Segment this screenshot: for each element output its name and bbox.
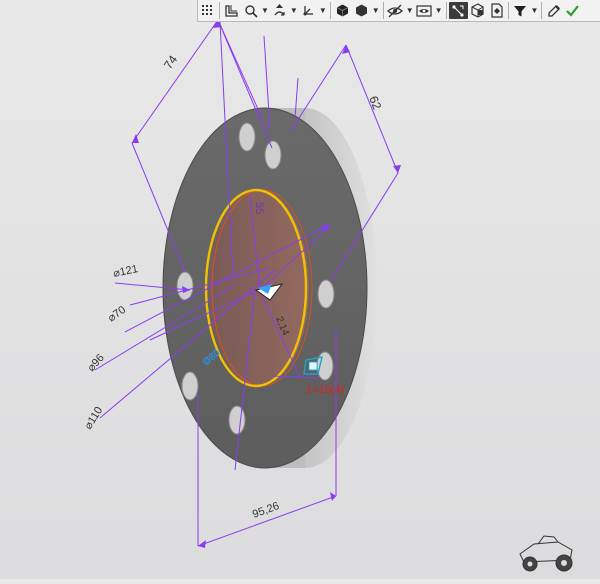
orientation-icon bbox=[300, 2, 317, 19]
chevron-down-icon: ▼ bbox=[371, 6, 380, 15]
grid-icon[interactable] bbox=[198, 2, 217, 19]
hide-icon bbox=[387, 2, 404, 19]
view-toolbar: ▼ ▼ ▼ ▼ ▼ ▼ ▼ bbox=[197, 0, 600, 22]
dim-diameter-96[interactable]: ⌀96 bbox=[85, 352, 107, 374]
confirm-check-icon[interactable] bbox=[563, 2, 582, 19]
document-icon[interactable] bbox=[487, 2, 506, 19]
zoom-icon bbox=[242, 2, 259, 19]
dim-diameter-121[interactable]: ⌀121 bbox=[112, 263, 139, 280]
chevron-down-icon: ▼ bbox=[289, 6, 298, 15]
toolbar-separator bbox=[382, 2, 384, 19]
filter-button[interactable]: ▼ bbox=[511, 1, 540, 20]
zoom-button[interactable]: ▼ bbox=[241, 1, 270, 20]
thread-annotation[interactable]: 1×18(4) bbox=[306, 384, 344, 396]
model-canvas[interactable]: 74 62 55 ⌀121 ⌀70 ⌀96 ⌀110 95,26 2,14 1×… bbox=[0, 19, 600, 579]
toolbar-separator bbox=[445, 2, 447, 19]
bolt-hole[interactable] bbox=[228, 405, 246, 435]
sketch-plane-icon[interactable] bbox=[222, 2, 241, 19]
pan-rotate-button[interactable]: ▼ bbox=[270, 1, 299, 20]
bolt-hole[interactable] bbox=[238, 122, 256, 152]
dim-inner-vertical[interactable]: 55 bbox=[253, 202, 265, 214]
dim-diameter-110[interactable]: ⌀110 bbox=[82, 405, 105, 432]
orientation-button[interactable]: ▼ bbox=[299, 1, 328, 20]
dim-angular-top[interactable]: 74 bbox=[161, 52, 180, 71]
cube-view-icon[interactable] bbox=[333, 2, 352, 19]
visibility-icon bbox=[416, 2, 433, 19]
toolbar-separator bbox=[541, 2, 543, 19]
chevron-down-icon: ▼ bbox=[530, 6, 539, 15]
chevron-down-icon: ▼ bbox=[261, 6, 269, 15]
bolt-hole[interactable] bbox=[181, 371, 199, 401]
bolt-hole[interactable] bbox=[176, 271, 194, 301]
bolt-hole[interactable] bbox=[317, 279, 335, 309]
toolbar-separator bbox=[219, 2, 220, 19]
pan-rotate-icon bbox=[271, 2, 288, 19]
eyedropper-icon[interactable] bbox=[544, 2, 563, 19]
chevron-down-icon: ▼ bbox=[318, 6, 327, 15]
visibility-button[interactable]: ▼ bbox=[415, 1, 444, 20]
dim-diameter-70[interactable]: ⌀70 bbox=[106, 304, 128, 325]
toolbar-separator bbox=[329, 2, 331, 19]
filter-icon bbox=[512, 2, 529, 19]
shaded-display-icon bbox=[353, 2, 370, 19]
chevron-down-icon: ▼ bbox=[405, 6, 414, 15]
bolt-hole[interactable] bbox=[264, 140, 282, 170]
tractor-logo-icon bbox=[519, 535, 573, 572]
toolbar-separator bbox=[507, 2, 509, 19]
3d-viewport[interactable]: 74 62 55 ⌀121 ⌀70 ⌀96 ⌀110 95,26 2,14 1×… bbox=[0, 19, 600, 579]
dim-right-side[interactable]: 62 bbox=[366, 94, 384, 112]
chevron-down-icon: ▼ bbox=[434, 6, 443, 15]
constraints-icon[interactable] bbox=[448, 2, 468, 19]
shaded-display-button[interactable]: ▼ bbox=[352, 1, 381, 20]
hide-button[interactable]: ▼ bbox=[386, 1, 415, 20]
section-view-icon[interactable] bbox=[468, 2, 487, 19]
